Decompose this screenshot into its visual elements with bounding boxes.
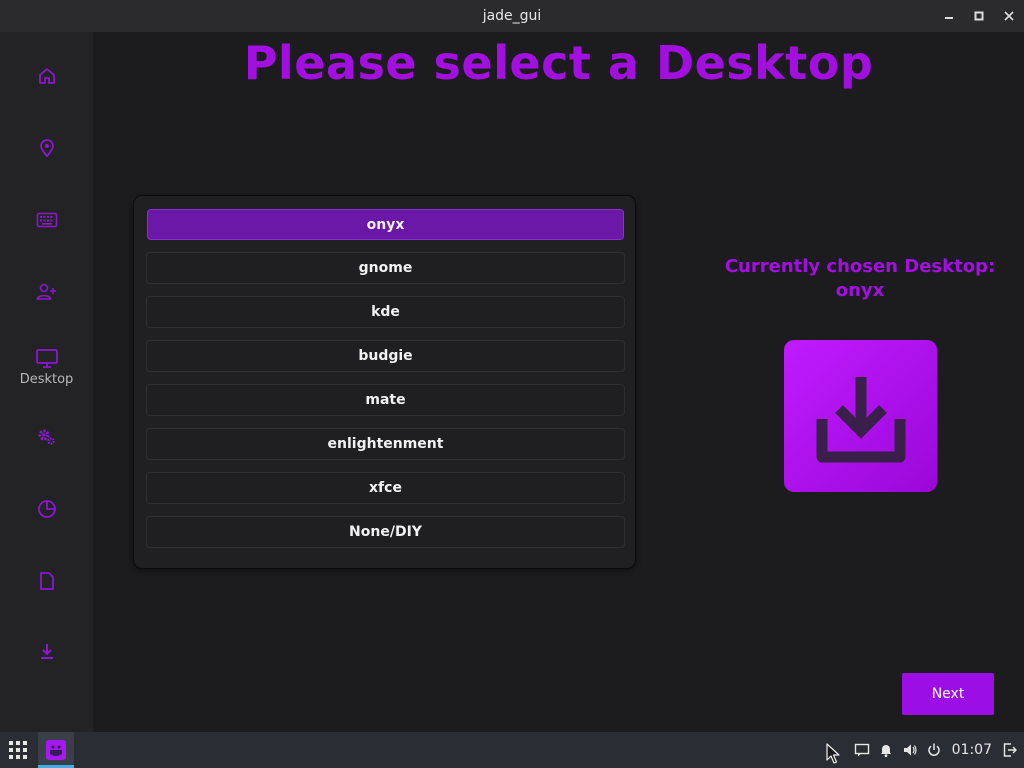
volume-icon [903,744,917,756]
desktop-option-onyx[interactable]: onyx [147,209,624,240]
sidebar-item-locale[interactable] [0,128,93,168]
desktop-option-budgie[interactable]: budgie [146,340,625,372]
app-launcher-button[interactable] [6,738,30,762]
partition-icon [37,500,56,518]
system-tray: 01:07 [854,732,1018,768]
sidebar-item-partition[interactable] [0,489,93,529]
sidebar-item-keyboard[interactable] [0,200,93,240]
jade-app-icon [46,740,66,760]
tray-bell[interactable] [878,742,894,758]
sidebar-item-install[interactable] [0,632,93,672]
minimize-button[interactable] [940,7,958,25]
tray-notifications-list[interactable] [854,742,870,758]
window-controls [940,0,1018,32]
desktop-option-xfce[interactable]: xfce [146,472,625,504]
window-title: jade_gui [482,8,542,24]
message-icon [854,743,869,757]
mouse-cursor-icon [826,743,840,764]
tray-power[interactable] [926,742,942,758]
sidebar-item-desktop[interactable]: Desktop [0,342,93,392]
bell-icon [880,745,891,757]
title-bar: jade_gui [0,0,1024,32]
sidebar: Desktop [0,32,93,732]
close-icon [1004,11,1014,21]
desktop-list: onyx gnome kde budgie mate enlightenment… [134,196,635,568]
sidebar-item-welcome[interactable] [0,56,93,96]
desktop-option-enlightenment[interactable]: enlightenment [146,428,625,460]
power-icon [927,743,940,756]
desktop-option-gnome[interactable]: gnome [146,252,625,284]
keyboard-icon [36,212,57,228]
taskbar: 01:07 [0,732,1024,768]
location-pin-icon [39,139,54,158]
install-icon [40,644,53,659]
maximize-button[interactable] [970,7,988,25]
clock[interactable]: 01:07 [952,742,992,758]
next-button[interactable]: Next [902,673,994,715]
desktop-icon [35,348,58,368]
desktop-preview-image [784,340,937,492]
chosen-desktop-text: Currently chosen Desktop: onyx [700,255,1020,303]
chosen-desktop-label: Currently chosen Desktop: [724,256,996,277]
settings-gears-icon [38,429,55,445]
maximize-icon [974,11,984,21]
minimize-icon [945,17,953,19]
document-icon [39,572,54,590]
grid-icon [9,741,27,759]
sidebar-item-misc[interactable] [0,417,93,457]
desktop-option-none-diy[interactable]: None/DIY [146,516,625,548]
download-icon [816,377,905,463]
sidebar-item-users[interactable] [0,272,93,312]
tray-volume[interactable] [902,742,918,758]
page-title: Please select a Desktop [243,36,874,90]
sidebar-item-label: Desktop [19,371,74,387]
sidebar-item-summary[interactable] [0,561,93,601]
close-button[interactable] [1000,7,1018,25]
chosen-desktop-value: onyx [835,280,885,301]
tray-logout[interactable] [1002,742,1018,758]
desktop-option-kde[interactable]: kde [146,296,625,328]
taskbar-app-jade-gui[interactable] [38,732,74,768]
add-user-icon [36,283,56,300]
home-icon [38,68,55,84]
logout-icon [1003,743,1017,757]
desktop-option-mate[interactable]: mate [146,384,625,416]
